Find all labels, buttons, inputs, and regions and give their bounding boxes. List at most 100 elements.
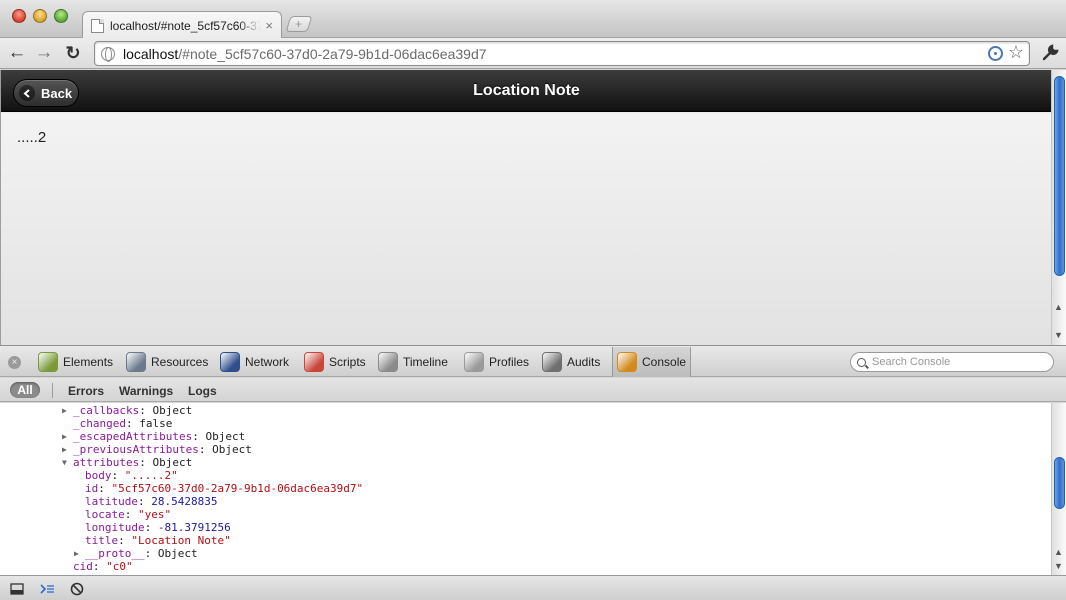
search-console-input[interactable]: Search Console — [850, 352, 1054, 372]
property-key: _previousAttributes — [73, 443, 199, 456]
tab-resources[interactable]: Resources — [122, 347, 212, 377]
tab-audits[interactable]: Audits — [538, 347, 604, 377]
disclosure-collapsed-icon[interactable]: ▶ — [62, 432, 67, 441]
browser-back-button[interactable]: ← — [6, 42, 28, 64]
tab-scripts[interactable]: Scripts — [300, 347, 370, 377]
console-scroll-up-icon[interactable]: ▲ — [1054, 547, 1063, 557]
property-separator: : — [137, 495, 152, 508]
filter-warnings-button[interactable]: Warnings — [119, 384, 173, 398]
tab-network[interactable]: Network — [216, 347, 293, 377]
console-line[interactable]: _previousAttributes: Object — [73, 443, 252, 456]
bookmark-star-icon[interactable]: ☆ — [1008, 42, 1024, 63]
console-line[interactable]: _escapedAttributes: Object — [73, 430, 245, 443]
disclosure-expanded-icon[interactable]: ▼ — [62, 458, 67, 467]
page-viewport: Back Location Note .....2 ▲ ▼ — [0, 70, 1066, 345]
profiles-icon — [464, 352, 484, 372]
page-scrollbar-thumb[interactable] — [1054, 76, 1065, 276]
tab-profiles[interactable]: Profiles — [460, 347, 533, 377]
reload-button[interactable]: ↻ — [62, 42, 84, 64]
url-host: localhost — [123, 45, 179, 62]
window-close-button[interactable] — [12, 9, 26, 23]
property-separator: : — [139, 456, 153, 469]
disclosure-collapsed-icon[interactable]: ▶ — [62, 406, 67, 415]
filter-errors-button[interactable]: Errors — [68, 384, 104, 398]
property-key: body — [85, 469, 112, 482]
tab-console[interactable]: Console — [612, 347, 692, 377]
console-line[interactable]: _callbacks: Object — [73, 404, 192, 417]
property-separator: : — [124, 508, 138, 521]
console-line[interactable]: cid: "c0" — [73, 560, 133, 573]
property-separator: : — [144, 521, 158, 534]
tab-label: Network — [245, 355, 290, 369]
console-line[interactable]: latitude: 28.5428835 — [85, 495, 217, 508]
tab-label: Audits — [567, 355, 601, 369]
filter-all-button[interactable]: All — [10, 382, 40, 398]
property-key: latitude — [85, 495, 138, 508]
property-separator: : — [98, 482, 112, 495]
tab-label: Scripts — [329, 355, 366, 369]
browser-titlebar: localhost/#note_5cf57c60-37d0-2a79-9b1d-… — [0, 0, 1066, 39]
network-icon — [220, 352, 240, 372]
disclosure-collapsed-icon[interactable]: ▶ — [62, 445, 67, 454]
timeline-icon — [378, 352, 398, 372]
window-zoom-button[interactable] — [54, 9, 68, 23]
wrench-menu-icon[interactable] — [1040, 42, 1060, 64]
search-console-placeholder: Search Console — [872, 356, 951, 368]
address-bar[interactable]: localhost/#note_5cf57c60-37d0-2a79-9b1d-… — [94, 41, 1030, 66]
window-minimize-button[interactable] — [33, 9, 47, 23]
new-tab-button[interactable]: + — [285, 16, 313, 32]
property-separator: : — [198, 443, 213, 456]
scripts-icon — [304, 352, 324, 372]
devtools-close-icon[interactable]: × — [8, 356, 21, 369]
property-key: locate — [85, 508, 125, 521]
console-line[interactable]: attributes: Object — [73, 456, 192, 469]
console-line[interactable]: _changed: false — [73, 417, 172, 430]
property-value: Object — [152, 404, 193, 417]
property-separator: : — [192, 430, 206, 443]
globe-icon — [101, 46, 115, 62]
console-line[interactable]: title: "Location Note" — [85, 534, 231, 547]
property-value: Object — [157, 547, 198, 560]
property-separator: : — [125, 417, 140, 430]
browser-tab[interactable]: localhost/#note_5cf57c60-37d0-2a79-9b1d-… — [82, 11, 282, 39]
property-separator: : — [111, 469, 125, 482]
property-key: __proto__ — [85, 547, 145, 560]
audits-icon — [542, 352, 562, 372]
disclosure-collapsed-icon[interactable]: ▶ — [74, 549, 79, 558]
filter-logs-button[interactable]: Logs — [188, 384, 217, 398]
console-scrollbar[interactable]: ▲ ▼ — [1051, 403, 1066, 575]
tab-close-icon[interactable]: × — [265, 19, 273, 32]
console-icon — [617, 352, 637, 372]
property-value: 28.5428835 — [151, 495, 218, 508]
clear-console-icon[interactable] — [68, 580, 86, 597]
devtools-toolbar: × Elements Resources Network Scripts Timelin… — [0, 345, 1066, 377]
console-prompt-icon[interactable] — [38, 580, 56, 597]
console-line[interactable]: id: "5cf57c60-37d0-2a79-9b1d-06dac6ea39d… — [85, 482, 363, 495]
tab-title: localhost/#note_5cf57c60-37d0-2a79-9b1d-… — [110, 18, 262, 33]
tab-label: Console — [642, 355, 687, 369]
tab-label: Resources — [151, 355, 209, 369]
compass-icon[interactable] — [988, 46, 1003, 61]
property-value: Object — [205, 430, 246, 443]
page-title: Location Note — [473, 82, 580, 99]
tab-timeline[interactable]: Timeline — [374, 347, 452, 377]
property-separator: : — [139, 404, 153, 417]
console-line[interactable]: longitude: -81.3791256 — [85, 521, 231, 534]
property-value: ".....2" — [124, 469, 178, 482]
console-scrollbar-thumb[interactable] — [1054, 457, 1065, 509]
console-line[interactable]: body: ".....2" — [85, 469, 178, 482]
property-value: false — [139, 417, 173, 430]
page-scrollbar[interactable]: ▲ ▼ — [1051, 70, 1066, 345]
scroll-down-arrow-icon[interactable]: ▼ — [1054, 330, 1063, 340]
console-scroll-down-icon[interactable]: ▼ — [1054, 561, 1063, 571]
console-line[interactable]: locate: "yes" — [85, 508, 171, 521]
scroll-up-arrow-icon[interactable]: ▲ — [1054, 302, 1063, 312]
browser-forward-button[interactable]: → — [33, 42, 55, 64]
tab-elements[interactable]: Elements — [34, 347, 117, 377]
dock-toggle-icon[interactable] — [8, 580, 26, 597]
property-value: Object — [152, 456, 193, 469]
console-line[interactable]: __proto__: Object — [85, 547, 198, 560]
elements-icon — [38, 352, 58, 372]
devtools-status-bar — [0, 575, 1066, 600]
property-key: _escapedAttributes — [73, 430, 193, 443]
